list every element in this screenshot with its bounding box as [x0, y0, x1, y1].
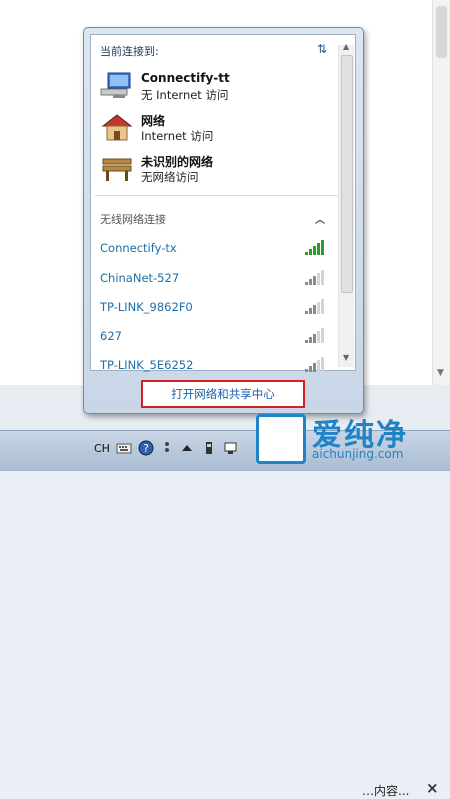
- wifi-network-item[interactable]: 627: [100, 328, 330, 349]
- signal-bar: [309, 366, 312, 372]
- site-watermark: 爱纯净 aichunjing.com: [250, 410, 450, 470]
- svg-text:?: ?: [143, 442, 149, 455]
- signal-bar: [317, 243, 320, 255]
- signal-bar: [305, 252, 308, 255]
- signal-bar: [321, 328, 324, 343]
- connection-status: Internet 访问: [141, 129, 214, 143]
- wifi-network-name: ChinaNet-527: [100, 271, 180, 285]
- bench-network-icon: [102, 158, 132, 181]
- signal-bar: [317, 360, 320, 372]
- language-indicator[interactable]: CH: [94, 442, 110, 455]
- wifi-network-item[interactable]: TP-LINK_9862F0: [100, 299, 330, 320]
- wifi-network-item[interactable]: ChinaNet-527: [100, 270, 330, 291]
- signal-strength-icon: [305, 328, 324, 343]
- wifi-network-name: TP-LINK_9862F0: [100, 300, 193, 314]
- network-list-scrollbar-thumb[interactable]: [341, 55, 353, 293]
- page-scrollbar-thumb[interactable]: [436, 6, 447, 58]
- divider: [95, 195, 340, 196]
- wireless-section-heading: 无线网络连接: [100, 213, 166, 226]
- signal-bar: [317, 331, 320, 343]
- network-tray-icon[interactable]: [223, 440, 239, 456]
- page-scrollbar[interactable]: ▼: [432, 0, 450, 385]
- keyboard-icon[interactable]: [116, 440, 132, 456]
- show-hidden-icons-icon[interactable]: [179, 440, 195, 456]
- computer-network-icon: [100, 72, 131, 98]
- network-list-scrollbar[interactable]: ▲ ▼: [338, 42, 354, 367]
- signal-bar: [313, 334, 316, 343]
- connection-status: 无 Internet 访问: [141, 88, 229, 102]
- watermark-logo-icon: [256, 414, 306, 464]
- signal-bar: [309, 308, 312, 314]
- notification-text: …内容...: [362, 784, 410, 798]
- signal-strength-icon: [305, 240, 324, 255]
- wifi-network-name: Connectify-tx: [100, 241, 177, 255]
- signal-bar: [313, 363, 316, 372]
- scroll-up-arrow-icon[interactable]: ▲: [343, 42, 349, 51]
- signal-strength-icon: [305, 357, 324, 372]
- signal-bar: [313, 246, 316, 255]
- wifi-network-name: TP-LINK_5E6252: [100, 358, 194, 372]
- signal-bar: [321, 299, 324, 314]
- signal-bar: [321, 357, 324, 372]
- network-list-panel: 当前连接到: ⇅ Connectify-tt 无 Internet 访问 网络 …: [90, 34, 356, 372]
- house-network-icon: [101, 114, 133, 141]
- signal-bar: [313, 305, 316, 314]
- signal-bar: [309, 279, 312, 285]
- signal-bar: [317, 273, 320, 285]
- signal-bar: [309, 337, 312, 343]
- connection-name: Connectify-tt: [141, 71, 230, 85]
- signal-bar: [305, 340, 308, 343]
- signal-bar: [309, 249, 312, 255]
- currently-connected-heading: 当前连接到:: [100, 45, 159, 58]
- collapse-chevron-icon[interactable]: ︿: [315, 211, 325, 226]
- ime-options-icon[interactable]: [159, 440, 175, 456]
- signal-bar: [321, 240, 324, 255]
- refresh-icon[interactable]: ⇅: [317, 42, 327, 56]
- network-connections-popup: 当前连接到: ⇅ Connectify-tt 无 Internet 访问 网络 …: [83, 27, 364, 414]
- signal-strength-icon: [305, 299, 324, 314]
- signal-bar: [305, 369, 308, 372]
- wifi-network-name: 627: [100, 329, 122, 343]
- connection-name: 未识别的网络: [141, 155, 214, 169]
- signal-strength-icon: [305, 270, 324, 285]
- close-icon[interactable]: ×: [426, 779, 439, 797]
- signal-bar: [317, 302, 320, 314]
- help-icon[interactable]: ?: [138, 440, 154, 456]
- scroll-down-arrow-icon[interactable]: ▼: [343, 353, 349, 362]
- signal-bar: [313, 276, 316, 285]
- scroll-down-arrow-icon[interactable]: ▼: [437, 368, 444, 378]
- connection-name: 网络: [141, 114, 166, 128]
- signal-bar: [305, 311, 308, 314]
- wifi-network-item[interactable]: TP-LINK_5E6252: [100, 357, 330, 378]
- signal-bar: [305, 282, 308, 285]
- watermark-domain-text: aichunjing.com: [312, 447, 404, 461]
- wifi-network-item[interactable]: Connectify-tx: [100, 240, 330, 261]
- connection-status: 无网络访问: [141, 170, 199, 184]
- signal-bar: [321, 270, 324, 285]
- usb-device-icon[interactable]: [201, 440, 217, 456]
- open-network-sharing-center-link[interactable]: 打开网络和共享中心: [141, 380, 305, 408]
- open-network-sharing-center-label: 打开网络和共享中心: [171, 387, 275, 401]
